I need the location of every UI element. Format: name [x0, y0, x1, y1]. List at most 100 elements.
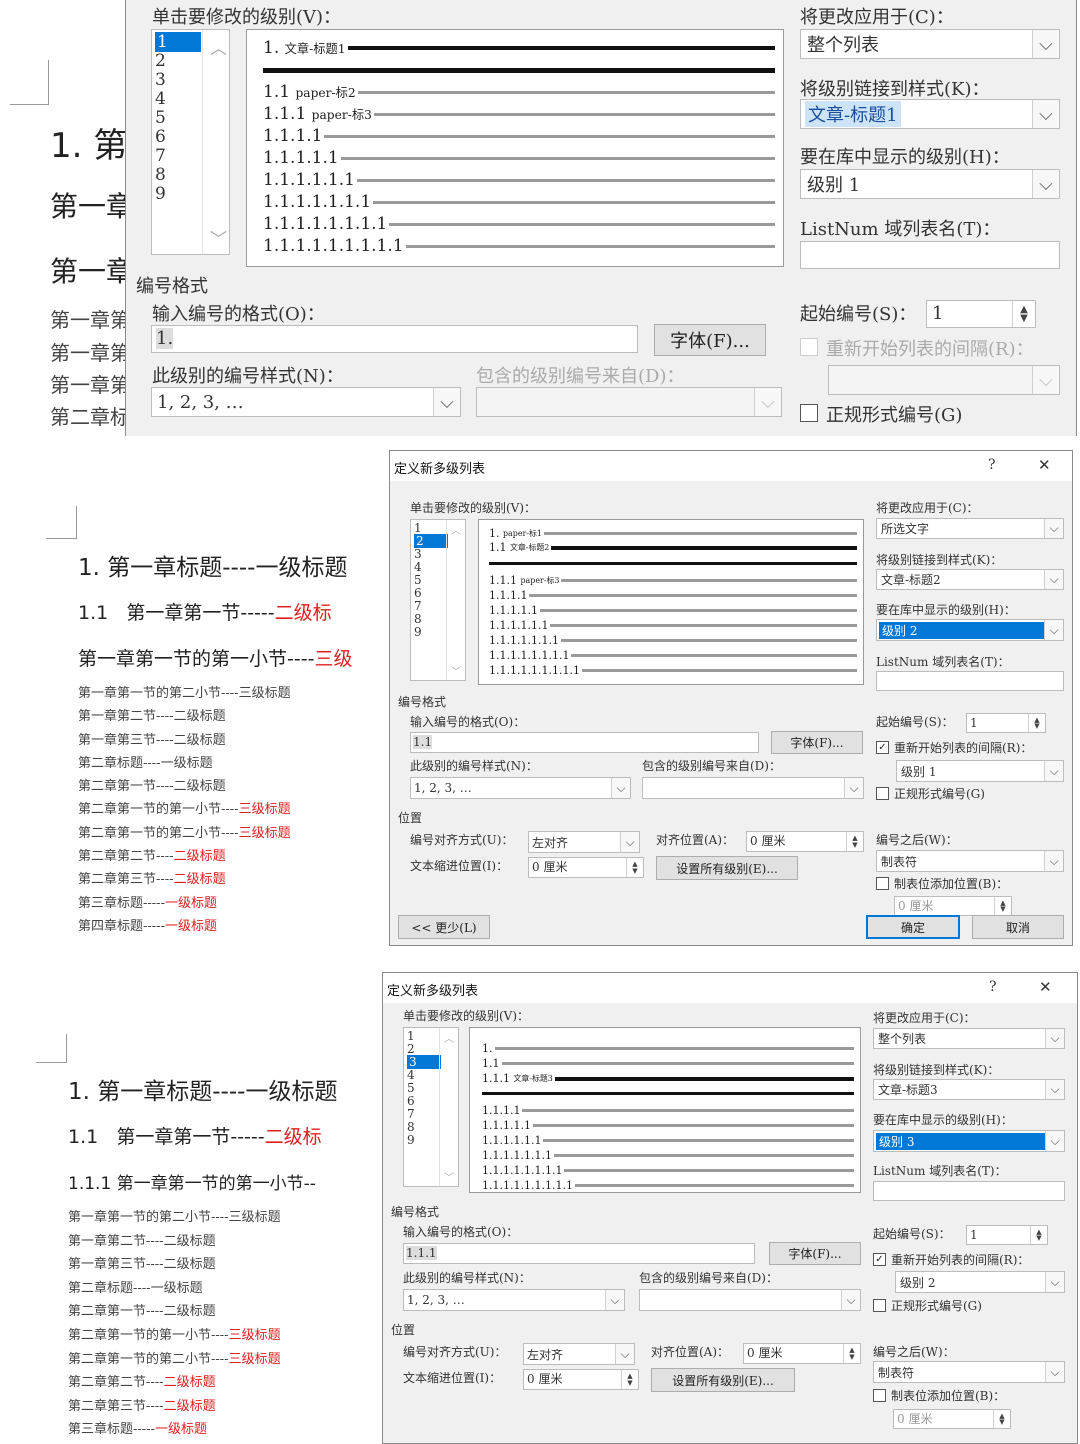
link-style-select[interactable]: 文章-标题2 ⌵: [876, 569, 1064, 590]
spinner-arrows-icon[interactable]: ▲ ▼: [846, 832, 863, 851]
scroll-up-icon[interactable]: ︿: [444, 1030, 454, 1045]
chevron-down-icon[interactable]: ⌵: [433, 388, 460, 416]
level-item-4[interactable]: 4: [414, 560, 422, 574]
chevron-down-icon[interactable]: ⌵: [605, 1290, 624, 1310]
level-item-3[interactable]: 3: [155, 70, 166, 90]
chevron-down-icon[interactable]: ⌵: [1045, 1272, 1064, 1292]
level-item-8[interactable]: 8: [407, 1120, 415, 1134]
level-item-9[interactable]: 9: [414, 625, 422, 639]
apply-to-select[interactable]: 整个列表 ⌵: [873, 1028, 1065, 1049]
scroll-up-icon[interactable]: ︿: [451, 522, 461, 537]
help-icon[interactable]: ?: [989, 979, 997, 995]
apply-to-select[interactable]: 整个列表 ⌵: [800, 29, 1060, 59]
chevron-down-icon[interactable]: ⌵: [1044, 519, 1063, 538]
spinner-arrows-icon[interactable]: ▲ ▼: [843, 1344, 860, 1363]
chevron-down-icon[interactable]: ⌵: [1032, 30, 1059, 58]
scroll-down-icon[interactable]: ﹀: [451, 663, 461, 678]
level-item-5[interactable]: 5: [407, 1081, 415, 1095]
gallery-level-select[interactable]: 级别 3 ⌵: [873, 1130, 1065, 1152]
close-icon[interactable]: ✕: [1039, 978, 1052, 996]
legal-style-checkbox[interactable]: [876, 787, 889, 800]
number-align-select[interactable]: 左对齐 ⌵: [528, 831, 640, 853]
level-scrollbar[interactable]: ︿ ﹀: [446, 520, 465, 680]
level-item-1[interactable]: 1: [414, 521, 422, 535]
level-item-6[interactable]: 6: [414, 586, 422, 600]
legal-style-checkbox[interactable]: [800, 404, 818, 422]
set-all-levels-button[interactable]: 设置所有级别(E)...: [651, 1368, 795, 1392]
include-level-select[interactable]: ⌵: [642, 777, 864, 799]
help-icon[interactable]: ?: [988, 457, 996, 473]
align-at-spinner[interactable]: 0 厘米 ▲ ▼: [743, 1343, 861, 1364]
restart-checkbox[interactable]: ✓: [873, 1253, 886, 1266]
include-level-select[interactable]: ⌵: [476, 387, 782, 417]
restart-checkbox[interactable]: ✓: [876, 741, 889, 754]
apply-to-select[interactable]: 所选文字 ⌵: [876, 518, 1064, 539]
tab-stop-spinner[interactable]: 0 厘米 ▲ ▼: [894, 896, 1012, 916]
chevron-down-icon[interactable]: ⌵: [754, 388, 781, 416]
chevron-down-icon[interactable]: ⌵: [1044, 851, 1063, 871]
tab-stop-checkbox[interactable]: [873, 1389, 886, 1402]
restart-level-select[interactable]: 级别 1 ⌵: [896, 760, 1064, 782]
spinner-arrows-icon[interactable]: ▲ ▼: [1012, 301, 1035, 327]
link-style-select[interactable]: 文章-标题1 ⌵: [800, 99, 1060, 129]
chevron-down-icon[interactable]: ⌵: [841, 1290, 860, 1310]
number-style-select[interactable]: 1, 2, 3, … ⌵: [410, 777, 631, 799]
number-style-select[interactable]: 1, 2, 3, … ⌵: [403, 1289, 625, 1311]
level-item-7[interactable]: 7: [414, 599, 422, 613]
font-button[interactable]: 字体(F)...: [769, 1242, 861, 1265]
level-item-2[interactable]: 2: [155, 51, 166, 71]
chevron-down-icon[interactable]: ⌵: [1045, 1029, 1064, 1048]
text-indent-spinner[interactable]: 0 厘米 ▲ ▼: [523, 1369, 639, 1390]
spinner-arrows-icon[interactable]: ▲ ▼: [994, 897, 1011, 915]
level-item-5[interactable]: 5: [414, 573, 422, 587]
level-item-7[interactable]: 7: [407, 1107, 415, 1121]
number-style-select[interactable]: 1, 2, 3, … ⌵: [151, 387, 461, 417]
tab-stop-spinner[interactable]: 0 厘米 ▲ ▼: [893, 1409, 1011, 1429]
level-item-5[interactable]: 5: [155, 108, 166, 128]
less-button[interactable]: << 更少(L): [398, 915, 490, 939]
follow-number-select[interactable]: 制表符 ⌵: [876, 850, 1064, 872]
spinner-arrows-icon[interactable]: ▲ ▼: [993, 1410, 1010, 1428]
chevron-down-icon[interactable]: ⌵: [611, 778, 630, 798]
scroll-up-icon[interactable]: ︿: [210, 34, 227, 59]
gallery-level-select[interactable]: 级别 1 ⌵: [800, 169, 1060, 199]
level-item-2[interactable]: 2: [414, 534, 448, 548]
spinner-arrows-icon[interactable]: ▲ ▼: [621, 1370, 638, 1389]
level-item-3[interactable]: 3: [407, 1055, 441, 1069]
ok-button[interactable]: 确定: [866, 915, 960, 939]
restart-level-select[interactable]: 级别 2 ⌵: [895, 1271, 1065, 1293]
chevron-down-icon[interactable]: ⌵: [620, 832, 639, 852]
link-style-select[interactable]: 文章-标题3 ⌵: [873, 1079, 1065, 1100]
listnum-input[interactable]: [876, 671, 1064, 691]
listnum-input[interactable]: [873, 1181, 1065, 1201]
level-listbox[interactable]: 1 2 3 4 5 6 7 8 9 ︿ ﹀: [403, 1027, 459, 1187]
level-item-1[interactable]: 1: [407, 1029, 415, 1043]
level-item-8[interactable]: 8: [155, 165, 166, 185]
spinner-arrows-icon[interactable]: ▲ ▼: [626, 858, 643, 877]
chevron-down-icon[interactable]: ⌵: [1045, 1080, 1064, 1099]
chevron-down-icon[interactable]: ⌵: [1032, 100, 1059, 128]
include-level-select[interactable]: ⌵: [639, 1289, 861, 1311]
enter-format-input[interactable]: 1.1.1: [403, 1243, 755, 1264]
set-all-levels-button[interactable]: 设置所有级别(E)...: [656, 856, 798, 880]
cancel-button[interactable]: 取消: [972, 915, 1064, 939]
enter-format-input[interactable]: 1.1: [410, 732, 759, 753]
enter-format-input[interactable]: 1.: [151, 325, 638, 353]
chevron-down-icon[interactable]: ⌵: [1045, 1131, 1064, 1151]
chevron-down-icon[interactable]: ⌵: [844, 778, 863, 798]
legal-style-checkbox[interactable]: [873, 1299, 886, 1312]
close-icon[interactable]: ✕: [1038, 456, 1051, 474]
level-item-1[interactable]: 1: [155, 32, 201, 52]
font-button[interactable]: 字体(F)...: [654, 324, 766, 356]
level-item-2[interactable]: 2: [407, 1042, 415, 1056]
restart-checkbox[interactable]: [800, 338, 818, 356]
scroll-down-icon[interactable]: ﹀: [210, 225, 227, 250]
gallery-level-select[interactable]: 级别 2 ⌵: [876, 619, 1064, 641]
level-item-7[interactable]: 7: [155, 146, 166, 166]
align-at-spinner[interactable]: 0 厘米 ▲ ▼: [746, 831, 864, 852]
level-item-6[interactable]: 6: [407, 1094, 415, 1108]
spinner-arrows-icon[interactable]: ▲ ▼: [1028, 714, 1045, 732]
tab-stop-checkbox[interactable]: [876, 877, 889, 890]
level-item-9[interactable]: 9: [407, 1133, 415, 1147]
text-indent-spinner[interactable]: 0 厘米 ▲ ▼: [528, 857, 644, 878]
